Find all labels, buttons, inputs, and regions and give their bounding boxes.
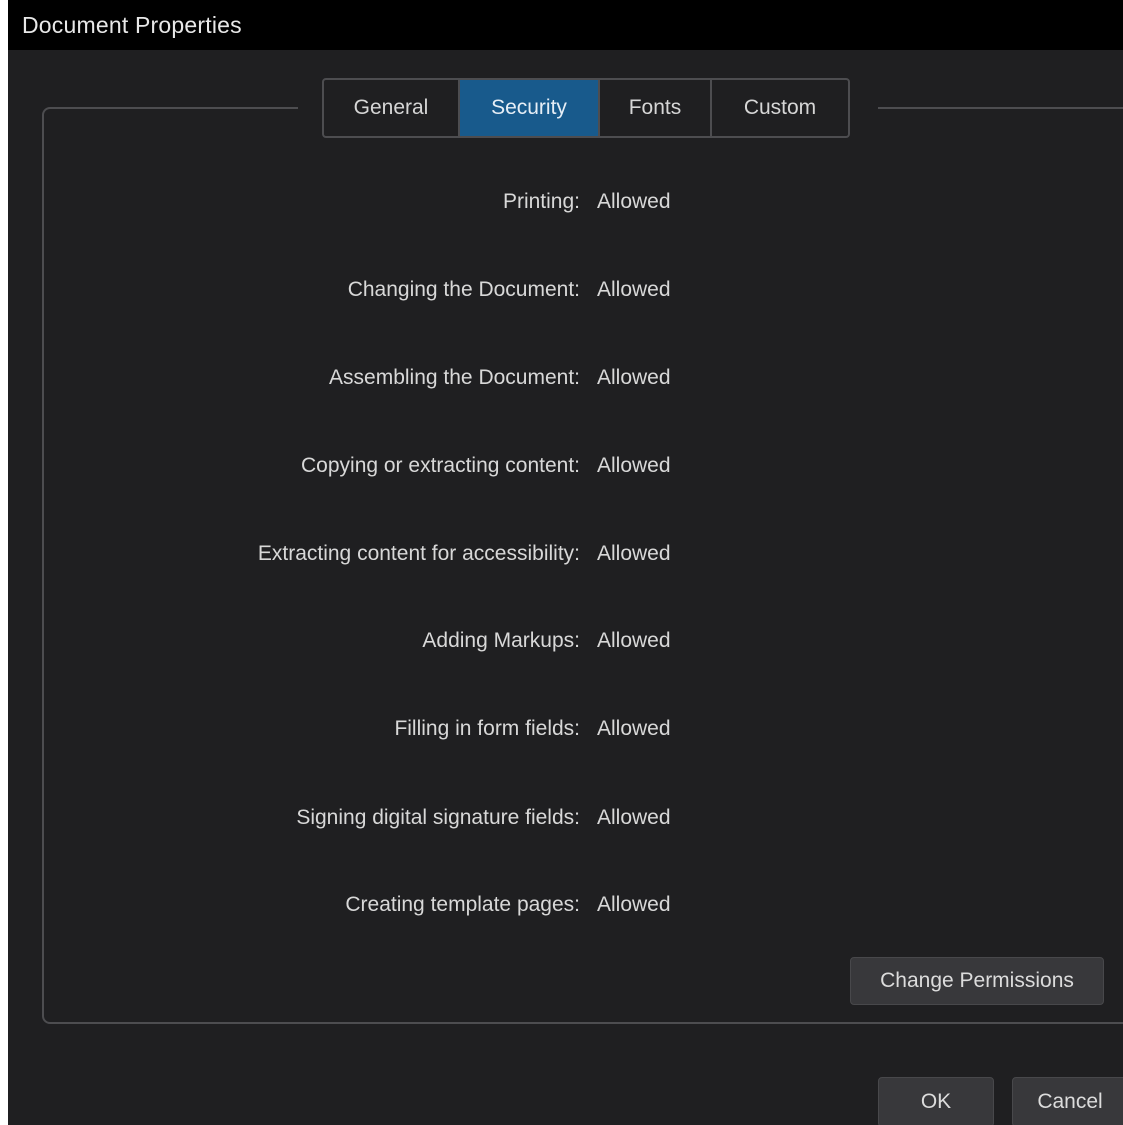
permission-value: Allowed [597, 366, 671, 389]
permission-value: Allowed [597, 893, 671, 916]
tab-fonts[interactable]: Fonts [600, 80, 712, 136]
permission-label: Extracting content for accessibility: [257, 542, 580, 565]
title-bar[interactable]: Document Properties [8, 0, 1123, 50]
tab-bar: General Security Fonts Custom [298, 78, 878, 138]
permission-label: Copying or extracting content: [301, 454, 580, 477]
document-properties-dialog: Document Properties General Security Fon… [8, 0, 1123, 1125]
permission-row-printing: Printing: Allowed [8, 190, 1123, 220]
permission-label: Printing: [502, 190, 580, 213]
tab-security[interactable]: Security [460, 80, 600, 136]
permission-label: Changing the Document: [347, 278, 580, 301]
permission-label: Signing digital signature fields: [296, 806, 580, 829]
permission-row-assembling-document: Assembling the Document: Allowed [8, 366, 1123, 396]
permission-label: Assembling the Document: [329, 366, 580, 389]
permission-label: Filling in form fields: [394, 717, 580, 740]
cancel-button[interactable]: Cancel [1012, 1077, 1123, 1125]
permission-value: Allowed [597, 717, 671, 740]
permission-row-copying-content: Copying or extracting content: Allowed [8, 454, 1123, 484]
permission-value: Allowed [597, 278, 671, 301]
permission-row-filling-forms: Filling in form fields: Allowed [8, 717, 1123, 747]
dialog-title: Document Properties [22, 12, 242, 38]
permission-value: Allowed [597, 454, 671, 477]
permission-row-accessibility: Extracting content for accessibility: Al… [8, 542, 1123, 572]
permission-value: Allowed [597, 190, 671, 213]
permission-row-adding-markups: Adding Markups: Allowed [8, 629, 1123, 659]
tab-custom[interactable]: Custom [712, 80, 848, 136]
ok-button[interactable]: OK [878, 1077, 994, 1125]
change-permissions-button[interactable]: Change Permissions [850, 957, 1104, 1005]
tab-general[interactable]: General [324, 80, 460, 136]
permission-row-template-pages: Creating template pages: Allowed [8, 893, 1123, 923]
tab-list: General Security Fonts Custom [322, 78, 850, 138]
permission-value: Allowed [597, 629, 671, 652]
permission-value: Allowed [597, 542, 671, 565]
permission-row-changing-document: Changing the Document: Allowed [8, 278, 1123, 308]
permission-row-signing-fields: Signing digital signature fields: Allowe… [8, 806, 1123, 836]
permission-label: Adding Markups: [422, 629, 580, 652]
permission-value: Allowed [597, 806, 671, 829]
permission-label: Creating template pages: [345, 893, 580, 916]
